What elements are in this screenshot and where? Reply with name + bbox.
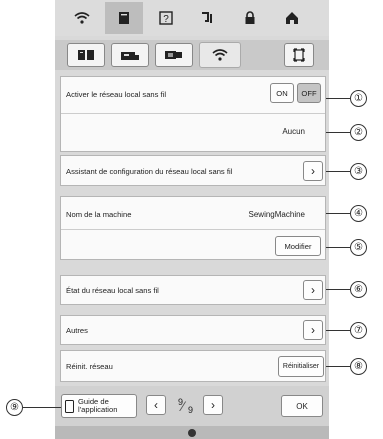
chevron-right-icon: ›: [311, 283, 315, 297]
machine-name-label: Nom de la machine: [66, 210, 132, 219]
callout-6: ⑥: [350, 281, 367, 298]
callout-2: ②: [350, 124, 367, 141]
machine-icon[interactable]: [111, 43, 149, 67]
embroidery-icon[interactable]: [155, 43, 193, 67]
machine-name-panel: Nom de la machine SewingMachine Modifier: [60, 196, 326, 260]
page-icon[interactable]: [105, 2, 143, 34]
wlan-status-panel[interactable]: État du réseau local sans fil ›: [60, 275, 326, 305]
app-guide-button[interactable]: Guide de l'application: [61, 394, 137, 418]
wlan-enable-label: Activer le réseau local sans fil: [66, 90, 167, 99]
app-guide-text: Guide de l'application: [78, 398, 117, 414]
reset-panel: Réinit. réseau Réinitialiser: [60, 350, 326, 382]
top-tab-bar: ?: [55, 0, 329, 36]
callout-line: [326, 366, 350, 368]
wifi-tab-icon[interactable]: [199, 42, 241, 68]
callout-3: ③: [350, 163, 367, 180]
guide-line2: l'application: [78, 405, 118, 414]
wlan-status-label: État du réseau local sans fil: [66, 286, 159, 295]
lock-icon[interactable]: [231, 2, 269, 34]
bottom-bar: Guide de l'application ‹ 9 ⁄ 9 › OK: [55, 386, 329, 426]
callout-8: ⑧: [350, 358, 367, 375]
ok-button[interactable]: OK: [281, 395, 323, 417]
slash-icon: ⁄: [182, 398, 185, 414]
settings-book-icon[interactable]: [67, 43, 105, 67]
assistant-panel[interactable]: Assistant de configuration du réseau loc…: [60, 155, 326, 186]
callout-line: [326, 330, 350, 332]
network-value: Aucun: [282, 127, 305, 136]
chevron-right-icon: ›: [311, 323, 315, 337]
help-icon[interactable]: ?: [147, 2, 185, 34]
callout-line: [326, 213, 350, 215]
wlan-enable-panel: Activer le réseau local sans fil ON OFF …: [60, 76, 326, 152]
callout-1: ①: [350, 90, 367, 107]
others-label: Autres: [66, 326, 88, 335]
callout-4: ④: [350, 205, 367, 222]
callout-7: ⑦: [350, 322, 367, 339]
chevron-left-icon: ‹: [154, 398, 158, 412]
page-total: 9: [188, 405, 194, 415]
chevron-right-icon: ›: [311, 164, 315, 178]
others-arrow-button[interactable]: ›: [303, 320, 323, 340]
svg-text:?: ?: [163, 14, 169, 25]
page-indicator: 9 ⁄ 9: [170, 394, 200, 418]
callout-line: [326, 132, 350, 134]
callout-line: [326, 98, 350, 100]
assistant-arrow-button[interactable]: ›: [303, 161, 323, 181]
others-panel[interactable]: Autres ›: [60, 315, 326, 345]
callout-line: [326, 247, 350, 249]
on-button[interactable]: ON: [270, 83, 294, 103]
modify-button[interactable]: Modifier: [275, 236, 321, 256]
prev-page-button[interactable]: ‹: [146, 395, 166, 415]
callout-5: ⑤: [350, 239, 367, 256]
machine-name-value: SewingMachine: [248, 210, 305, 219]
settings-tab-bar: [55, 40, 329, 70]
footer-bar: [55, 426, 329, 439]
sewing-status-icon: [188, 428, 196, 437]
phone-icon: [65, 399, 74, 413]
divider: [61, 229, 325, 230]
next-page-button[interactable]: ›: [203, 395, 223, 415]
sewing-icon[interactable]: [189, 2, 227, 34]
home-icon[interactable]: [273, 2, 311, 34]
callout-line: [326, 171, 350, 173]
callout-line: [23, 407, 61, 409]
expand-icon[interactable]: [284, 43, 314, 67]
chevron-right-icon: ›: [211, 398, 215, 412]
wifi-icon[interactable]: [63, 2, 101, 34]
callout-line: [326, 289, 350, 291]
callout-9: ⑨: [6, 399, 23, 416]
reset-button[interactable]: Réinitialiser: [278, 356, 324, 377]
off-button[interactable]: OFF: [297, 83, 321, 103]
reset-label: Réinit. réseau: [66, 362, 113, 371]
divider: [61, 113, 325, 114]
assistant-label: Assistant de configuration du réseau loc…: [66, 167, 233, 176]
status-arrow-button[interactable]: ›: [303, 280, 323, 300]
